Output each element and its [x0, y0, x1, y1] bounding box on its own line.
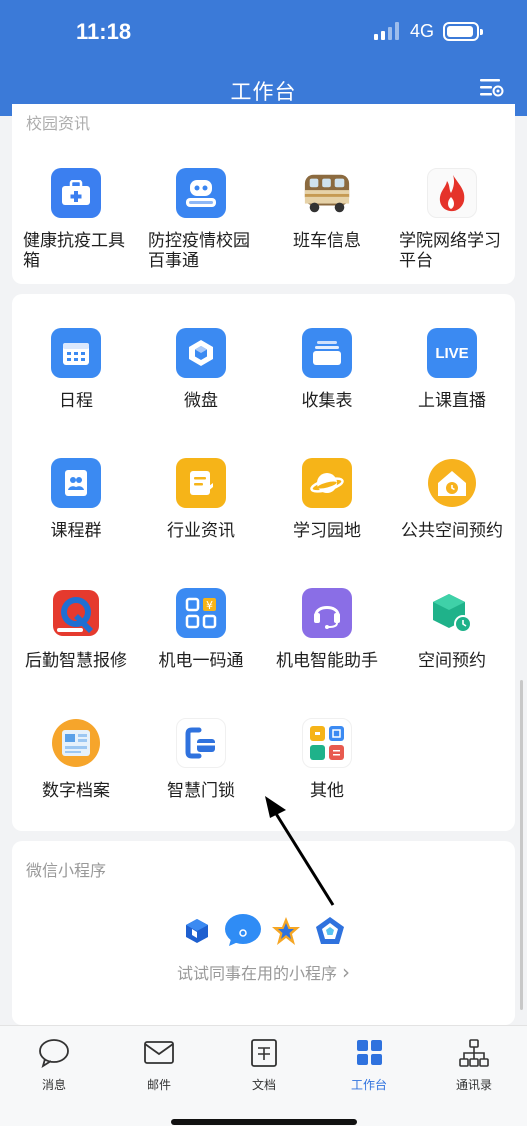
tab-label: 邮件 — [146, 1078, 171, 1092]
mini-program-icons[interactable] — [12, 911, 515, 951]
app-bus-info[interactable]: 班车信息 — [264, 168, 390, 251]
app-public-space-booking[interactable]: 公共空间预约 — [389, 458, 515, 541]
page-title: 工作台 — [230, 80, 297, 104]
qr-code-icon: ¥ — [176, 588, 226, 638]
app-logistics-repair[interactable]: 后勤智慧报修 — [13, 588, 139, 671]
blue-cube-icon — [186, 919, 208, 943]
mail-icon — [144, 1041, 174, 1064]
mini-programs-card: 微信小程序 试试同事在用的小程序 › — [12, 841, 515, 1025]
app-label: 数字档案 — [42, 781, 110, 801]
live-icon: LIVE — [427, 328, 477, 378]
form-icon — [302, 328, 352, 378]
app-label: 班车信息 — [293, 231, 361, 251]
chevron-right-icon: › — [342, 960, 351, 984]
app-course-group[interactable]: 课程群 — [13, 458, 139, 541]
app-smart-door-lock[interactable]: 智慧门锁 — [138, 718, 264, 801]
svg-text:¥: ¥ — [206, 599, 213, 612]
cube-clock-icon — [427, 588, 477, 638]
app-label: 防控疫情校园百事通 — [148, 231, 250, 271]
tab-label: 工作台 — [350, 1078, 387, 1092]
pentagon-icon — [316, 917, 344, 944]
planet-icon — [302, 458, 352, 508]
section-title-campus: 校园资讯 — [26, 114, 91, 133]
chat-icon — [39, 1039, 69, 1068]
bus-icon — [302, 168, 352, 218]
robot-consult-icon — [176, 168, 226, 218]
app-health-toolbox[interactable]: 健康抗疫工具箱 — [13, 168, 139, 271]
home-indicator — [171, 1119, 357, 1125]
app-schedule[interactable]: 日程 — [13, 328, 139, 411]
tab-label: 通讯录 — [455, 1078, 492, 1092]
status-bar: 11:18 4G — [0, 0, 527, 62]
app-others[interactable]: 其他 — [264, 718, 390, 801]
battery-icon — [443, 22, 483, 41]
workbench-icon — [357, 1040, 382, 1065]
app-label: 行业资讯 — [167, 521, 235, 541]
mini-program-hint[interactable]: 试试同事在用的小程序 › — [12, 960, 515, 984]
app-label: 后勤智慧报修 — [25, 651, 127, 671]
app-digital-archive[interactable]: 数字档案 — [13, 718, 139, 801]
app-label: 微盘 — [184, 391, 218, 411]
app-live-class[interactable]: LIVE 上课直播 — [389, 328, 515, 411]
app-label: 机电智能助手 — [276, 651, 378, 671]
campus-info-card: 校园资讯 健康抗疫工具箱 防控疫情校园百事通 班车信息 学院网络学习平台 — [12, 104, 515, 284]
app-label: 学院网络学习平台 — [399, 231, 501, 271]
chat-bubble-icon — [225, 914, 261, 946]
door-lock-icon — [176, 718, 226, 768]
signal-icon — [374, 22, 402, 40]
medical-kit-icon — [51, 168, 101, 218]
tab-label: 文档 — [251, 1078, 276, 1092]
org-chart-icon — [459, 1039, 489, 1067]
app-study-garden[interactable]: 学习园地 — [264, 458, 390, 541]
course-group-icon — [51, 458, 101, 508]
app-label: 课程群 — [50, 521, 102, 541]
app-campus-qrcode[interactable]: ¥ 机电一码通 — [138, 588, 264, 671]
wrench-icon — [51, 588, 101, 638]
status-time: 11:18 — [76, 19, 132, 44]
tab-contacts[interactable]: 通讯录 — [434, 1038, 514, 1093]
app-space-booking[interactable]: 空间预约 — [389, 588, 515, 671]
cloud-drive-icon — [176, 328, 226, 378]
section-title-mini-programs: 微信小程序 — [26, 861, 107, 880]
tab-documents[interactable]: 文档 — [224, 1038, 304, 1093]
bottom-tab-bar: 消息 邮件 文档 工作台 通讯录 — [0, 1025, 527, 1126]
archive-icon — [51, 718, 101, 768]
star-icon — [272, 917, 300, 945]
settings-list-icon[interactable] — [478, 76, 504, 100]
headset-icon — [302, 588, 352, 638]
document-icon — [251, 1039, 277, 1067]
tab-label: 消息 — [41, 1078, 66, 1092]
app-label: 学习园地 — [293, 521, 361, 541]
app-label: 健康抗疫工具箱 — [23, 231, 125, 271]
app-label: 空间预约 — [418, 651, 486, 671]
app-label: 公共空间预约 — [401, 521, 503, 541]
app-epidemic-guide[interactable]: 防控疫情校园百事通 — [138, 168, 264, 271]
app-industry-news[interactable]: 行业资讯 — [138, 458, 264, 541]
flame-icon — [427, 168, 477, 218]
mini-program-hint-text[interactable]: 试试同事在用的小程序 — [177, 964, 337, 983]
tools-card: 日程 微盘 收集表 LIVE 上课直播 课程群 行业资讯 学习园地 公共空间预约… — [12, 294, 515, 831]
house-clock-icon — [427, 458, 477, 508]
app-label: 日程 — [59, 391, 93, 411]
app-collection-form[interactable]: 收集表 — [264, 328, 390, 411]
tab-workbench[interactable]: 工作台 — [329, 1038, 409, 1093]
app-label: 收集表 — [301, 391, 353, 411]
app-header: 11:18 4G 工作台 — [0, 0, 527, 116]
calendar-icon — [51, 328, 101, 378]
tab-messages[interactable]: 消息 — [14, 1038, 94, 1093]
app-label: 上课直播 — [418, 391, 486, 411]
app-label: 其他 — [310, 781, 344, 801]
app-smart-assistant[interactable]: 机电智能助手 — [264, 588, 390, 671]
app-cloud-drive[interactable]: 微盘 — [138, 328, 264, 411]
scrollbar[interactable] — [520, 680, 523, 1010]
network-label: 4G — [410, 21, 435, 41]
app-label: 机电一码通 — [158, 651, 244, 671]
apps-grid-icon — [302, 718, 352, 768]
app-learning-platform[interactable]: 学院网络学习平台 — [389, 168, 515, 271]
news-icon — [176, 458, 226, 508]
tab-mail[interactable]: 邮件 — [119, 1038, 199, 1093]
app-label: 智慧门锁 — [167, 781, 235, 801]
